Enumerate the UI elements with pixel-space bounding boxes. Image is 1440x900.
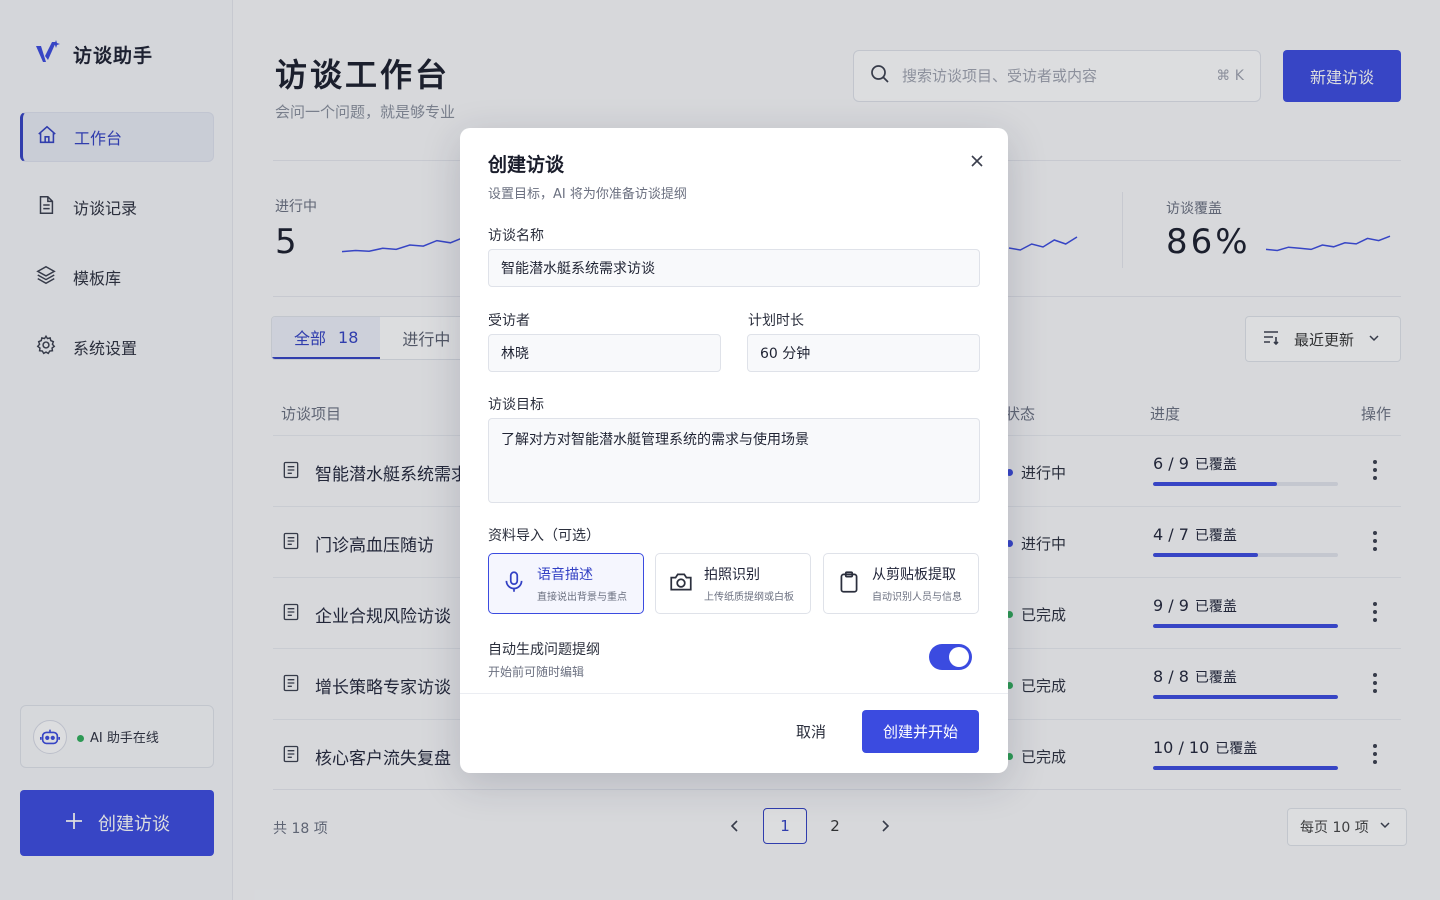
clipboard-icon — [836, 569, 862, 599]
create-interview-dialog: 创建访谈 设置目标，AI 将为你准备访谈提纲 访谈名称 智能潜水艇系统需求访谈 … — [460, 128, 1008, 773]
close-icon[interactable] — [968, 152, 986, 170]
toggle-knob — [949, 647, 969, 667]
dialog-title: 创建访谈 — [488, 154, 565, 176]
cancel-button[interactable]: 取消 — [780, 710, 842, 752]
create-and-start-button[interactable]: 创建并开始 — [862, 710, 979, 753]
import-voice-option[interactable]: 语音描述 直接说出背景与重点 — [488, 553, 644, 614]
auto-outline-label: 自动生成问题提纲 — [488, 642, 600, 658]
goal-textarea[interactable]: 了解对方对智能潜水艇管理系统的需求与使用场景 — [488, 418, 980, 503]
option-desc: 自动识别人员与信息 — [872, 592, 962, 603]
import-label: 资料导入（可选） — [488, 528, 600, 544]
name-label: 访谈名称 — [488, 228, 544, 244]
interviewee-label: 受访者 — [488, 313, 530, 329]
dialog-divider — [460, 693, 1008, 694]
goal-label: 访谈目标 — [488, 397, 544, 413]
microphone-icon — [501, 569, 527, 599]
camera-icon — [668, 569, 694, 599]
auto-outline-hint: 开始前可随时编辑 — [488, 665, 585, 679]
interview-name-field[interactable]: 智能潜水艇系统需求访谈 — [488, 249, 980, 287]
option-title: 语音描述 — [537, 567, 593, 583]
option-desc: 上传纸质提纲或白板 — [704, 592, 794, 603]
auto-outline-toggle[interactable] — [929, 644, 972, 670]
option-title: 从剪贴板提取 — [872, 567, 956, 583]
option-title: 拍照识别 — [704, 567, 760, 583]
duration-label: 计划时长 — [748, 313, 804, 329]
dialog-subtitle: 设置目标，AI 将为你准备访谈提纲 — [488, 187, 687, 202]
import-clipboard-option[interactable]: 从剪贴板提取 自动识别人员与信息 — [823, 553, 979, 614]
duration-field[interactable]: 60 分钟 — [747, 334, 980, 372]
import-photo-option[interactable]: 拍照识别 上传纸质提纲或白板 — [655, 553, 811, 614]
option-desc: 直接说出背景与重点 — [537, 592, 627, 603]
interviewee-field[interactable]: 林晓 — [488, 334, 721, 372]
